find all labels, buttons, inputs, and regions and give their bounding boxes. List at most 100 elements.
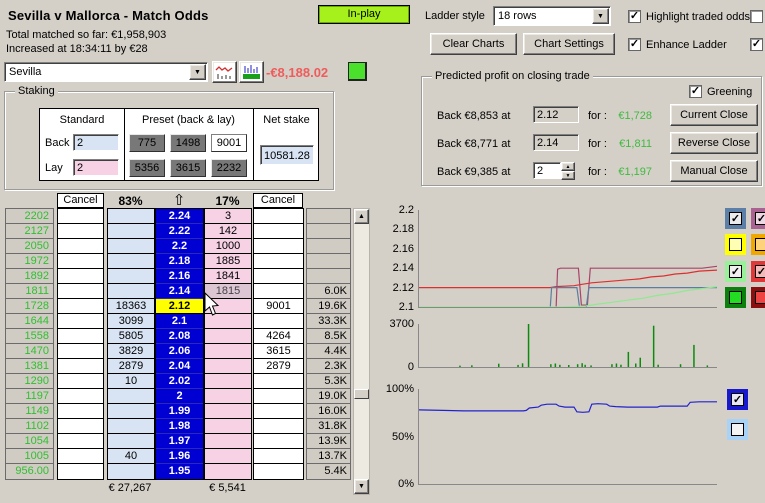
preset-stake-button-9001[interactable]: 9001: [211, 134, 247, 152]
greening-option[interactable]: ✓ Greening: [689, 85, 752, 98]
price-cell[interactable]: 2.14: [156, 284, 203, 299]
price-cell[interactable]: 2.16: [156, 269, 203, 284]
lay-amount-cell[interactable]: 3: [205, 209, 251, 224]
lay-order-cell[interactable]: [254, 284, 303, 299]
price-chart-legend-toggle[interactable]: ✓: [725, 261, 746, 282]
preset-stake-button-2232[interactable]: 2232: [211, 159, 247, 177]
legend-checkbox[interactable]: ✓: [729, 212, 742, 225]
back-order-cell[interactable]: [58, 299, 103, 314]
close-odds-input[interactable]: 2: [533, 162, 561, 179]
back-amount-cell[interactable]: 5805: [108, 329, 154, 344]
back-order-cell[interactable]: [58, 269, 103, 284]
price-cell[interactable]: 2.22: [156, 224, 203, 239]
lay-order-cell[interactable]: [254, 419, 303, 434]
legend-checkbox[interactable]: [755, 291, 765, 304]
price-chart-legend-toggle[interactable]: [725, 287, 746, 308]
back-order-cell[interactable]: [58, 374, 103, 389]
lay-order-cell[interactable]: 2879: [254, 359, 303, 374]
lay-order-cell[interactable]: [254, 239, 303, 254]
lay-order-cell[interactable]: [254, 209, 303, 224]
lay-amount-cell[interactable]: [205, 419, 251, 434]
highlight-traded-odds-checkbox[interactable]: ✓: [628, 10, 641, 23]
back-amount-cell[interactable]: [108, 254, 154, 269]
price-cell[interactable]: 1.96: [156, 449, 203, 464]
price-cell[interactable]: 2.06: [156, 344, 203, 359]
back-order-cell[interactable]: [58, 419, 103, 434]
lay-order-cell[interactable]: [254, 224, 303, 239]
preset-stake-button-5356[interactable]: 5356: [129, 159, 165, 177]
back-amount-cell[interactable]: [108, 404, 154, 419]
lay-order-cell[interactable]: [254, 389, 303, 404]
scroll-down-icon[interactable]: ▼: [354, 479, 369, 494]
legend-checkbox[interactable]: ✓: [755, 212, 765, 225]
reverse-close-button[interactable]: Reverse Close: [670, 132, 758, 154]
price-cell[interactable]: 1.95: [156, 464, 203, 479]
close-odds-input[interactable]: 2.14: [533, 134, 579, 151]
spinner-up-icon[interactable]: ▲: [561, 162, 575, 171]
back-order-cell[interactable]: [58, 314, 103, 329]
price-cell[interactable]: 2.1: [156, 314, 203, 329]
back-order-cell[interactable]: [58, 209, 103, 224]
back-amount-cell[interactable]: [108, 419, 154, 434]
price-cell[interactable]: 2.02: [156, 374, 203, 389]
lay-order-cell[interactable]: [254, 254, 303, 269]
price-chart-legend-toggle[interactable]: ✓: [751, 261, 765, 282]
legend-checkbox[interactable]: ✓: [731, 393, 744, 406]
ladder-style-dropdown-arrow-icon[interactable]: ▼: [592, 8, 609, 24]
lay-amount-cell[interactable]: [205, 404, 251, 419]
back-amount-cell[interactable]: [108, 209, 154, 224]
lay-order-cell[interactable]: [254, 464, 303, 479]
lay-amount-cell[interactable]: [205, 359, 251, 374]
scrollbar-thumb[interactable]: [354, 389, 369, 399]
highlight-traded-odds-option[interactable]: ✓ Highlight traded odds: [628, 10, 750, 23]
back-order-cell[interactable]: [58, 344, 103, 359]
lay-amount-cell[interactable]: [205, 434, 251, 449]
back-order-cell[interactable]: [58, 284, 103, 299]
price-cell[interactable]: 2.04: [156, 359, 203, 374]
price-cell[interactable]: 2.18: [156, 254, 203, 269]
price-cell[interactable]: 2.12: [156, 299, 203, 314]
scroll-up-icon[interactable]: ▲: [354, 209, 369, 224]
greening-checkbox[interactable]: ✓: [689, 85, 702, 98]
price-chart-legend-toggle[interactable]: ✓: [725, 208, 746, 229]
back-amount-cell[interactable]: [108, 269, 154, 284]
ladder-scrollbar[interactable]: ▲ ▼: [353, 208, 370, 495]
back-amount-cell[interactable]: [108, 284, 154, 299]
spinner-down-icon[interactable]: ▼: [561, 171, 575, 180]
manual-close-button[interactable]: Manual Close: [670, 160, 758, 182]
lay-amount-cell[interactable]: [205, 449, 251, 464]
lay-order-cell[interactable]: [254, 404, 303, 419]
back-order-cell[interactable]: [58, 404, 103, 419]
lay-order-cell[interactable]: [254, 314, 303, 329]
legend-checkbox[interactable]: ✓: [755, 265, 765, 278]
back-order-cell[interactable]: [58, 224, 103, 239]
cancel-back-orders-button[interactable]: Cancel: [57, 193, 104, 208]
edge-option-bottom-checkbox[interactable]: ✓: [750, 38, 763, 51]
percent-chart-legend-toggle[interactable]: [727, 419, 748, 440]
cancel-lay-orders-button[interactable]: Cancel: [253, 193, 303, 208]
lay-amount-cell[interactable]: [205, 389, 251, 404]
legend-checkbox[interactable]: [755, 238, 765, 251]
back-order-cell[interactable]: [58, 329, 103, 344]
lay-order-cell[interactable]: 3615: [254, 344, 303, 359]
ladder-style-select[interactable]: 18 rows ▼: [493, 6, 611, 26]
runner-select-dropdown-arrow-icon[interactable]: ▼: [189, 64, 206, 80]
price-cell[interactable]: 2.2: [156, 239, 203, 254]
price-chart-legend-toggle[interactable]: [751, 287, 765, 308]
preset-stake-button-775[interactable]: 775: [129, 134, 165, 152]
lay-amount-cell[interactable]: [205, 464, 251, 479]
back-stake-input[interactable]: 2: [73, 134, 119, 151]
lay-order-cell[interactable]: [254, 449, 303, 464]
price-chart-legend-toggle[interactable]: [725, 234, 746, 255]
lay-stake-input[interactable]: 2: [73, 159, 119, 176]
back-amount-cell[interactable]: 18363: [108, 299, 154, 314]
preset-stake-button-1498[interactable]: 1498: [170, 134, 206, 152]
close-odds-input[interactable]: 2.12: [533, 106, 579, 123]
lay-amount-cell[interactable]: 142: [205, 224, 251, 239]
back-amount-cell[interactable]: [108, 224, 154, 239]
legend-checkbox[interactable]: [729, 291, 742, 304]
lay-order-cell[interactable]: [254, 269, 303, 284]
back-order-cell[interactable]: [58, 389, 103, 404]
price-cell[interactable]: 2.08: [156, 329, 203, 344]
lay-amount-cell[interactable]: 1000: [205, 239, 251, 254]
